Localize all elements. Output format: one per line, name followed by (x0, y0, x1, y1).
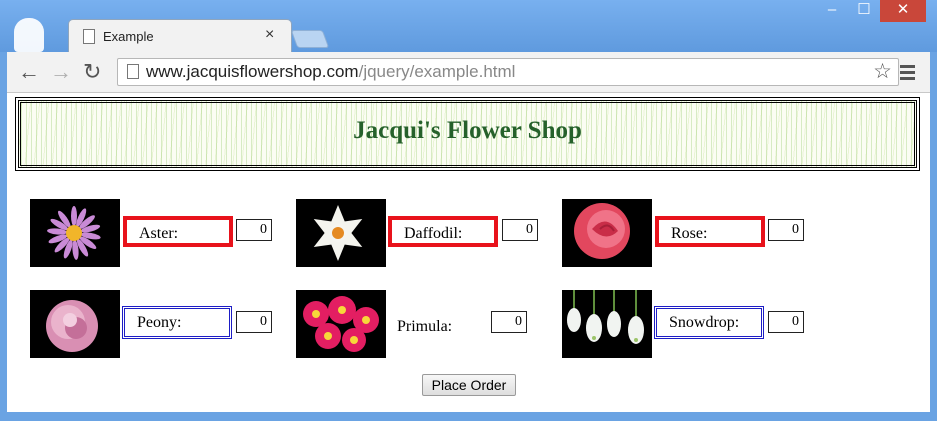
page-icon (127, 64, 139, 79)
tab-example[interactable]: Example × (68, 19, 292, 53)
page-viewport: Jacqui's Flower Shop Aster: 0 Daffodil: … (7, 93, 930, 412)
daffodil-quantity-input[interactable] (502, 219, 538, 241)
flower-aster: Aster: (30, 199, 280, 267)
flower-daffodil: Daffodil: (296, 199, 546, 267)
primula-label: Primula: (397, 318, 453, 335)
tab-title: Example (103, 29, 154, 44)
aster-quantity-input[interactable] (236, 219, 272, 241)
reload-icon[interactable]: ↻ (83, 59, 101, 85)
snowdrop-image (562, 290, 652, 358)
maximize-button[interactable]: ☐ (850, 0, 878, 22)
peony-image (30, 290, 120, 358)
url-host: www.jacquisflowershop.com (146, 62, 359, 81)
flower-primula: Primula: (296, 290, 546, 358)
peony-quantity-input[interactable] (236, 311, 272, 333)
snowdrop-quantity-input[interactable] (768, 311, 804, 333)
aster-image (30, 199, 120, 267)
back-icon[interactable]: ← (18, 59, 40, 85)
primula-image (296, 290, 386, 358)
close-icon[interactable]: × (265, 26, 274, 44)
forward-icon[interactable]: → (50, 59, 72, 85)
aster-label: Aster: (123, 216, 233, 247)
page-title: Jacqui's Flower Shop (353, 117, 582, 144)
page-icon (83, 29, 95, 44)
profile-icon[interactable] (14, 18, 44, 52)
window-close-button[interactable]: ✕ (880, 0, 926, 22)
new-tab-button[interactable] (290, 30, 330, 48)
rose-image (562, 199, 652, 267)
flower-peony: Peony: (30, 290, 280, 358)
address-bar[interactable]: www.jacquisflowershop.com/jquery/example… (117, 58, 899, 86)
rose-label: Rose: (655, 216, 765, 247)
daffodil-label: Daffodil: (388, 216, 498, 247)
url-text: www.jacquisflowershop.com/jquery/example… (146, 62, 515, 82)
minimize-button[interactable]: – (818, 0, 846, 22)
url-path: /jquery/example.html (358, 62, 516, 81)
menu-icon[interactable] (900, 65, 915, 83)
title-bar: Example × – ☐ ✕ (0, 0, 937, 53)
peony-label: Peony: (122, 306, 232, 339)
flower-rose: Rose: (562, 199, 812, 267)
primula-quantity-input[interactable] (491, 311, 527, 333)
place-order-button[interactable]: Place Order (422, 374, 516, 396)
daffodil-image (296, 199, 386, 267)
flower-snowdrop: Snowdrop: (562, 290, 812, 358)
header-banner: Jacqui's Flower Shop (15, 97, 920, 171)
star-icon[interactable]: ☆ (873, 59, 892, 84)
browser-toolbar: ← → ↻ www.jacquisflowershop.com/jquery/e… (7, 52, 930, 93)
snowdrop-label: Snowdrop: (654, 306, 764, 339)
rose-quantity-input[interactable] (768, 219, 804, 241)
